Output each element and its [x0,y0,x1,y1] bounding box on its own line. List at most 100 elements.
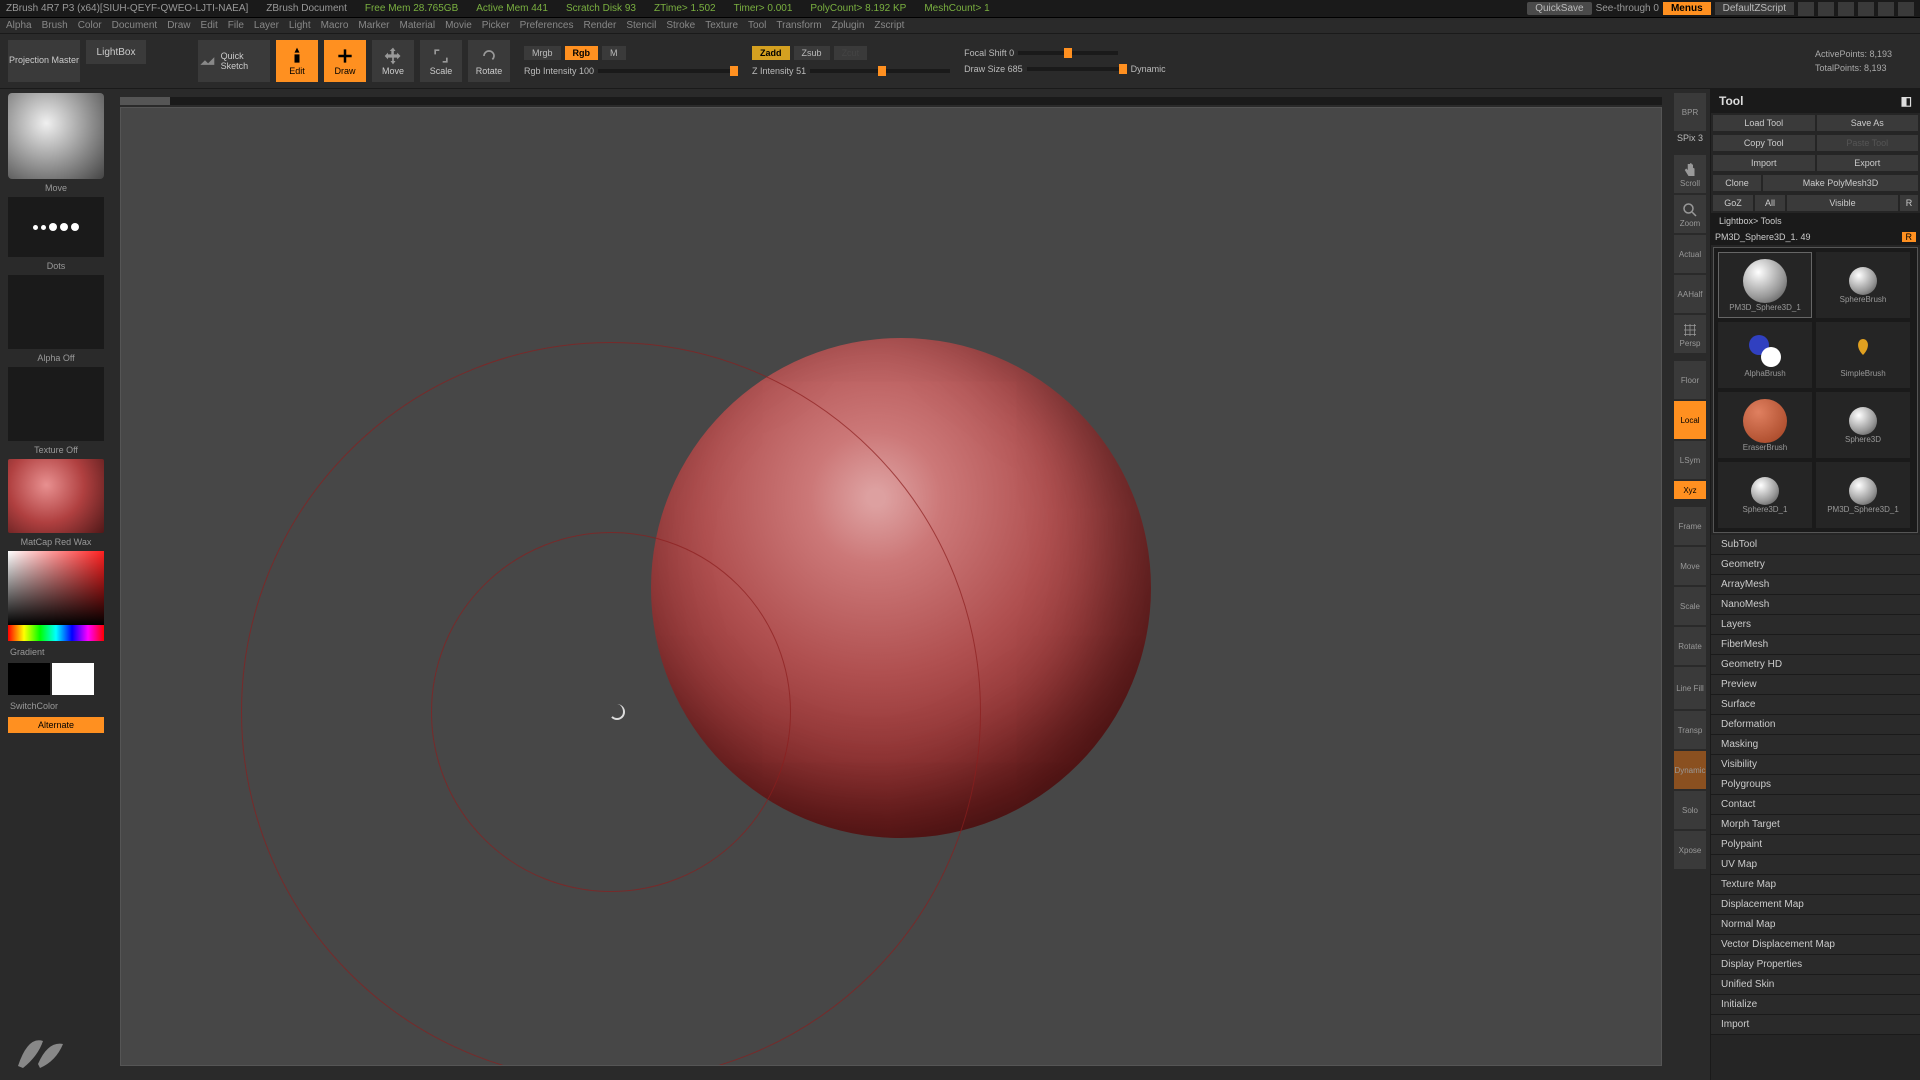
viewport[interactable] [120,107,1662,1066]
zsub-button[interactable]: Zsub [794,46,830,60]
menu-zscript[interactable]: Zscript [874,20,904,31]
menu-material[interactable]: Material [400,20,436,31]
menu-zplugin[interactable]: Zplugin [832,20,865,31]
acc-preview[interactable]: Preview [1711,675,1920,695]
acc-initialize[interactable]: Initialize [1711,995,1920,1015]
menu-transform[interactable]: Transform [776,20,821,31]
scale-button[interactable]: Scale [420,40,462,82]
menu-file[interactable]: File [228,20,244,31]
alpha-preview[interactable] [8,275,104,349]
alternate-button[interactable]: Alternate [8,717,104,733]
canvas-scrollbar-h[interactable] [120,97,170,105]
tool-thumb-alphabrush[interactable]: AlphaBrush [1718,322,1812,388]
zcut-button[interactable]: Zcut [834,46,868,60]
secondary-color-swatch[interactable] [8,663,50,695]
zoom-button[interactable]: Zoom [1674,195,1706,233]
export-button[interactable]: Export [1817,155,1919,171]
menu-macro[interactable]: Macro [321,20,349,31]
dynamic-label[interactable]: Dynamic [1131,64,1166,74]
acc-geometry[interactable]: Geometry [1711,555,1920,575]
acc-surface[interactable]: Surface [1711,695,1920,715]
actual-button[interactable]: Actual [1674,235,1706,273]
focal-shift-slider[interactable] [1018,51,1118,55]
acc-polypaint[interactable]: Polypaint [1711,835,1920,855]
clone-button[interactable]: Clone [1713,175,1761,191]
rotate-button[interactable]: Rotate [468,40,510,82]
menu-render[interactable]: Render [584,20,617,31]
lightbox-tools-header[interactable]: Lightbox> Tools [1711,213,1920,229]
menu-light[interactable]: Light [289,20,311,31]
tool-thumb-spherebrush[interactable]: SphereBrush [1816,252,1910,318]
menu-preferences[interactable]: Preferences [520,20,574,31]
acc-normalmap[interactable]: Normal Map [1711,915,1920,935]
nav-rotate-button[interactable]: Rotate [1674,627,1706,665]
nav-move-button[interactable]: Move [1674,547,1706,585]
tool-thumb-sphere3d-1[interactable]: Sphere3D_1 [1718,462,1812,528]
rgb-button[interactable]: Rgb [565,46,599,60]
acc-subtool[interactable]: SubTool [1711,535,1920,555]
acc-contact[interactable]: Contact [1711,795,1920,815]
goz-button[interactable]: GoZ [1713,195,1753,211]
acc-visibility[interactable]: Visibility [1711,755,1920,775]
dock-icon[interactable] [1818,2,1834,16]
texture-preview[interactable] [8,367,104,441]
menu-tool[interactable]: Tool [748,20,766,31]
menu-draw[interactable]: Draw [167,20,190,31]
lightbox-button[interactable]: LightBox [86,40,146,64]
menu-stroke[interactable]: Stroke [666,20,695,31]
acc-nanomesh[interactable]: NanoMesh [1711,595,1920,615]
import-button[interactable]: Import [1713,155,1815,171]
edit-button[interactable]: Edit [276,40,318,82]
r-badge[interactable]: R [1902,232,1917,242]
persp-button[interactable]: Persp [1674,315,1706,353]
collapse-icon[interactable] [1838,2,1854,16]
xyz-button[interactable]: Xyz [1674,481,1706,499]
acc-import[interactable]: Import [1711,1015,1920,1035]
z-intensity-slider[interactable] [810,69,950,73]
close-icon[interactable] [1898,2,1914,16]
switch-color-button[interactable]: SwitchColor [8,699,104,713]
rgb-intensity-slider[interactable] [598,69,738,73]
copy-tool-button[interactable]: Copy Tool [1713,135,1815,151]
tool-thumb-pm3d-sphere[interactable]: PM3D_Sphere3D_1 [1718,252,1812,318]
acc-unifiedskin[interactable]: Unified Skin [1711,975,1920,995]
gradient-button[interactable]: Gradient [8,645,104,659]
draw-size-slider[interactable] [1027,67,1127,71]
menu-layer[interactable]: Layer [254,20,279,31]
lsym-button[interactable]: LSym [1674,441,1706,479]
menus-button[interactable]: Menus [1663,2,1711,15]
xpose-button[interactable]: Xpose [1674,831,1706,869]
default-zscript[interactable]: DefaultZScript [1715,2,1794,15]
acc-displacementmap[interactable]: Displacement Map [1711,895,1920,915]
acc-masking[interactable]: Masking [1711,735,1920,755]
bpr-button[interactable]: BPR [1674,93,1706,131]
draw-button[interactable]: Draw [324,40,366,82]
menu-texture[interactable]: Texture [705,20,738,31]
nav-scale-button[interactable]: Scale [1674,587,1706,625]
projection-master-button[interactable]: Projection Master [8,40,80,82]
acc-layers[interactable]: Layers [1711,615,1920,635]
acc-fibermesh[interactable]: FiberMesh [1711,635,1920,655]
stroke-preview[interactable] [8,197,104,257]
menu-marker[interactable]: Marker [358,20,389,31]
menu-color[interactable]: Color [78,20,102,31]
visible-button[interactable]: Visible [1787,195,1898,211]
all-button[interactable]: All [1755,195,1785,211]
transp-button[interactable]: Transp [1674,711,1706,749]
scroll-button[interactable]: Scroll [1674,155,1706,193]
see-through[interactable]: See-through 0 [1596,3,1659,14]
color-picker[interactable] [8,551,104,641]
linefill-button[interactable]: Line Fill [1674,667,1706,709]
acc-arraymesh[interactable]: ArrayMesh [1711,575,1920,595]
tool-thumb-sphere3d[interactable]: Sphere3D [1816,392,1910,458]
menu-document[interactable]: Document [112,20,158,31]
acc-uvmap[interactable]: UV Map [1711,855,1920,875]
frame-button[interactable]: Frame [1674,507,1706,545]
quicksave-button[interactable]: QuickSave [1527,2,1591,15]
acc-polygroups[interactable]: Polygroups [1711,775,1920,795]
zadd-button[interactable]: Zadd [752,46,790,60]
panel-pin-icon[interactable]: ◧ [1901,94,1912,108]
mrgb-button[interactable]: Mrgb [524,46,561,60]
acc-deformation[interactable]: Deformation [1711,715,1920,735]
floor-button[interactable]: Floor [1674,361,1706,399]
